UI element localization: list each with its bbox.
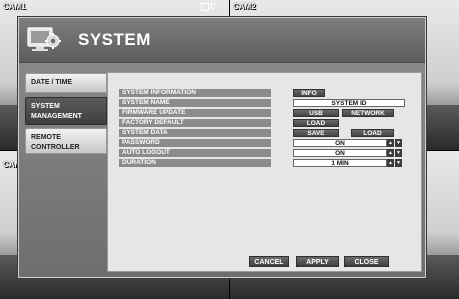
auto-logout-up-arrow-icon[interactable]: ▲ — [387, 149, 394, 157]
apply-button[interactable]: APPLY — [296, 256, 339, 267]
duration-select[interactable]: 1 MIN — [293, 159, 387, 167]
cam2-label: CAM2 — [233, 2, 256, 11]
dialog-title-bar: SYSTEM — [19, 18, 425, 63]
auto-logout-select[interactable]: ON — [293, 149, 387, 157]
factory-load-button[interactable]: LOAD — [293, 119, 339, 127]
duration-up-arrow-icon[interactable]: ▲ — [387, 159, 394, 167]
cancel-button[interactable]: CANCEL — [249, 256, 289, 267]
cam1-label: CAM1 — [3, 2, 26, 11]
tab-remote-controller-label: REMOTE CONTROLLER — [31, 134, 80, 151]
password-label: PASSWORD — [119, 139, 271, 147]
network-button[interactable]: NETWORK — [342, 109, 394, 117]
save-button[interactable]: SAVE — [293, 129, 339, 137]
system-name-field[interactable]: SYSTEM ID — [293, 99, 405, 107]
system-information-label: SYSTEM INFORMATION — [119, 89, 271, 97]
info-button[interactable]: INFO — [293, 89, 325, 97]
tab-system-management-label: SYSTEM MANAGEMENT — [31, 103, 82, 120]
system-dialog: SYSTEM DATE / TIME SYSTEM MANAGEMENT REM… — [18, 17, 426, 278]
settings-panel: SYSTEM INFORMATION INFO SYSTEM NAME SYST… — [107, 72, 422, 272]
tab-date-time[interactable]: DATE / TIME — [25, 73, 107, 93]
duration-label: DURATION — [119, 159, 271, 167]
system-name-label: SYSTEM NAME — [119, 99, 271, 107]
factory-default-label: FACTORY DEFAULT — [119, 119, 271, 127]
auto-logout-label: AUTO LOGOUT — [119, 149, 271, 157]
tab-system-management[interactable]: SYSTEM MANAGEMENT — [25, 97, 107, 125]
tab-date-time-label: DATE / TIME — [31, 79, 73, 86]
close-button[interactable]: CLOSE — [344, 256, 389, 267]
record-indicator-label: C — [210, 2, 216, 11]
password-down-arrow-icon[interactable]: ▼ — [395, 139, 402, 147]
system-settings-icon — [27, 27, 61, 51]
system-data-load-button[interactable]: LOAD — [351, 129, 394, 137]
firmware-update-label: FIRMWARE UPDATE — [119, 109, 271, 117]
tab-remote-controller[interactable]: REMOTE CONTROLLER — [25, 128, 107, 154]
dialog-title: SYSTEM — [78, 30, 151, 49]
usb-button[interactable]: USB — [293, 109, 339, 117]
password-up-arrow-icon[interactable]: ▲ — [387, 139, 394, 147]
password-select[interactable]: ON — [293, 139, 387, 147]
duration-down-arrow-icon[interactable]: ▼ — [395, 159, 402, 167]
record-indicator-icon — [201, 3, 209, 11]
auto-logout-down-arrow-icon[interactable]: ▼ — [395, 149, 402, 157]
system-data-label: SYSTEM DATA — [119, 129, 271, 137]
